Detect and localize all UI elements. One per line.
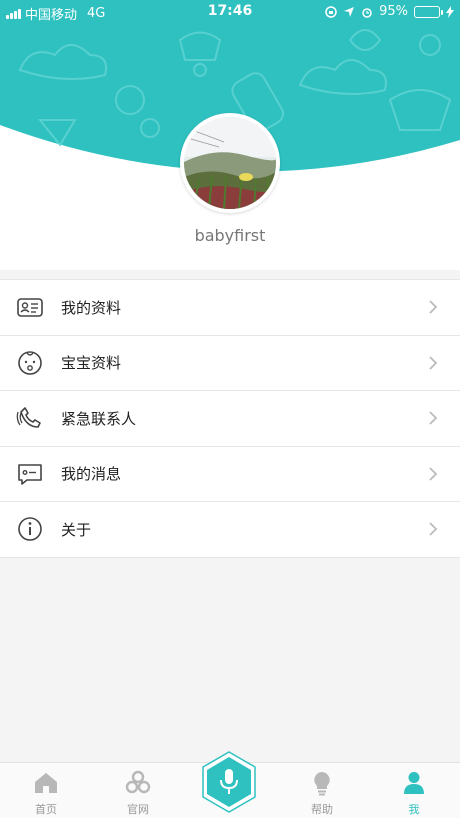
chevron-right-icon (429, 522, 438, 536)
phone-icon (16, 407, 41, 429)
menu-item-about[interactable]: 关于 (0, 502, 460, 558)
menu-item-my-profile[interactable]: 我的资料 (0, 280, 460, 336)
message-icon (18, 463, 42, 485)
avatar-photo (184, 117, 276, 209)
chevron-right-icon (429, 300, 438, 314)
menu-item-label: 我的资料 (61, 298, 122, 317)
tab-official-site[interactable]: 官网 (92, 763, 184, 818)
menu-item-label: 宝宝资料 (61, 354, 122, 373)
tab-bar: 首页 官网 帮助 我 (0, 751, 460, 818)
tab-home[interactable]: 首页 (0, 763, 92, 818)
home-icon (35, 773, 57, 793)
tab-me[interactable]: 我 (368, 763, 460, 818)
menu-item-label: 关于 (61, 520, 92, 539)
location-icon (344, 6, 355, 17)
info-icon (18, 517, 42, 542)
flower-icon (125, 770, 151, 794)
tab-label: 官网 (127, 803, 149, 816)
chevron-right-icon (429, 411, 438, 425)
tab-help[interactable]: 帮助 (276, 763, 368, 818)
avatar[interactable] (180, 113, 280, 213)
tab-label: 帮助 (311, 803, 333, 816)
tab-label: 我 (408, 803, 420, 816)
menu-item-label: 我的消息 (61, 465, 122, 484)
profile-header: 中国移动 4G 17:46 95% babyfirst (0, 0, 460, 270)
status-bar: 中国移动 4G 17:46 95% (0, 0, 460, 24)
chevron-right-icon (429, 467, 438, 481)
menu-item-emergency-contact[interactable]: 紧急联系人 (0, 391, 460, 447)
orientation-lock-icon (325, 5, 337, 18)
chevron-right-icon (429, 356, 438, 370)
charging-icon (446, 5, 454, 18)
tab-label: 首页 (35, 803, 57, 816)
lightbulb-icon (314, 772, 330, 796)
microphone-button[interactable] (200, 751, 258, 813)
menu-item-my-messages[interactable]: 我的消息 (0, 447, 460, 502)
menu-item-baby-profile[interactable]: 宝宝资料 (0, 336, 460, 391)
alarm-icon (362, 7, 372, 18)
id-card-icon (17, 298, 43, 318)
profile-menu: 我的资料 宝宝资料 紧急联系人 我的消息 关于 (0, 279, 460, 558)
person-icon (404, 772, 424, 794)
menu-item-label: 紧急联系人 (61, 409, 137, 428)
battery-percent: 95% (379, 4, 408, 19)
battery-icon (414, 5, 443, 18)
baby-face-icon (18, 350, 42, 375)
username: babyfirst (194, 226, 266, 245)
